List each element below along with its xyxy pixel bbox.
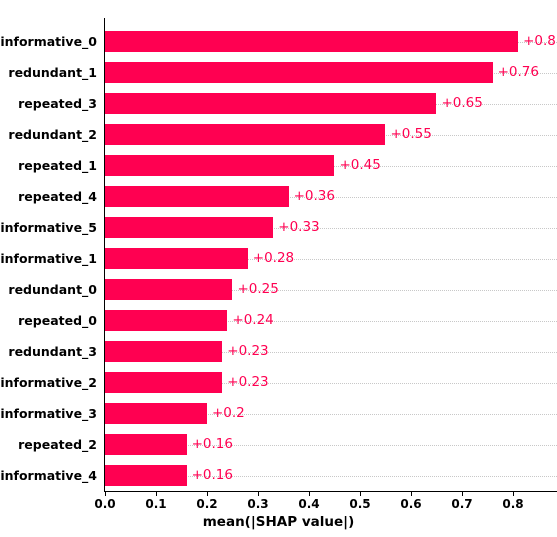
- bar[interactable]: [105, 341, 223, 362]
- bar[interactable]: [105, 403, 207, 424]
- x-axis-spine: [104, 491, 557, 493]
- bar-value-label: +0.36: [293, 188, 335, 204]
- x-axis-tick-mark: [461, 492, 464, 496]
- bar-value-label: +0.45: [339, 157, 381, 173]
- bar[interactable]: [105, 434, 187, 455]
- y-axis-tick-label: repeated_2: [18, 437, 97, 452]
- x-axis-title: mean(|SHAP value|): [202, 514, 355, 530]
- y-axis-tick-label: informative_0: [0, 34, 97, 49]
- bar[interactable]: [105, 372, 223, 393]
- bar[interactable]: [105, 465, 187, 486]
- x-axis-tick-label: 0.1: [145, 497, 167, 511]
- bar-value-label: +0.76: [497, 64, 539, 80]
- bar[interactable]: [105, 310, 228, 331]
- x-axis-tick-mark: [308, 492, 311, 496]
- x-axis-tick-label: 0.4: [298, 497, 320, 511]
- bar[interactable]: [105, 217, 274, 238]
- x-axis-tick-mark: [410, 492, 413, 496]
- x-axis-tick-mark: [257, 492, 260, 496]
- y-axis-tick-label: informative_4: [0, 468, 97, 483]
- bar[interactable]: [105, 186, 289, 207]
- x-axis-tick-label: 0.6: [400, 497, 422, 511]
- bar-value-label: +0.55: [390, 126, 432, 142]
- bar-value-label: +0.16: [191, 436, 233, 452]
- bar[interactable]: [105, 155, 335, 176]
- y-axis-tick-label: repeated_0: [18, 313, 97, 328]
- x-axis-tick-label: 0.7: [451, 497, 473, 511]
- bar[interactable]: [105, 62, 493, 83]
- y-axis-tick-label: redundant_3: [8, 344, 97, 359]
- bar-value-label: +0.65: [441, 95, 483, 111]
- y-axis-tick-label: informative_2: [0, 375, 97, 390]
- shap-bar-chart: +0.81 +0.76 +0.65 +0.55 +0.45+0.36 +0.33 +0.28…: [0, 0, 557, 537]
- bar-value-label: +0.24: [232, 312, 274, 328]
- x-axis-tick-label: 0.5: [349, 497, 371, 511]
- y-axis-tick-label: redundant_0: [8, 282, 97, 297]
- y-axis-tick-label: informative_1: [0, 251, 97, 266]
- x-axis-tick-mark: [105, 492, 107, 496]
- y-axis-tick-label: repeated_3: [18, 96, 97, 111]
- bar-value-label: +0.28: [252, 250, 295, 266]
- plot-area: +0.81 +0.76 +0.65 +0.55 +0.45+0.36 +0.33 +0.28…: [105, 18, 557, 492]
- x-axis-tick-label: 0.3: [247, 497, 269, 511]
- x-axis-tick-mark: [359, 492, 362, 496]
- bar[interactable]: [105, 31, 519, 52]
- y-axis-tick-label: redundant_2: [8, 127, 97, 142]
- bar-value-label: +0.25: [237, 281, 279, 297]
- bar-value-label: +0.23: [227, 374, 269, 390]
- bar[interactable]: [105, 279, 233, 300]
- bar-value-label: +0.33: [278, 219, 320, 235]
- y-axis-tick-label: repeated_4: [18, 189, 97, 204]
- bar-value-label: +0.16: [191, 467, 233, 483]
- y-axis-spine: [104, 18, 106, 492]
- x-axis-tick-label: 0.0: [94, 497, 116, 511]
- y-axis-tick-labels: informative_0 redundant_1 repeated_3redund…: [0, 18, 97, 492]
- y-axis-tick-label: repeated_1: [18, 158, 97, 173]
- y-axis-tick-label: redundant_1: [8, 65, 97, 80]
- x-axis-tick-mark: [155, 492, 158, 496]
- bar-value-label: +0.23: [227, 343, 269, 359]
- y-axis-tick-label: informative_3: [0, 406, 97, 421]
- bar[interactable]: [105, 124, 386, 145]
- bar[interactable]: [105, 248, 248, 269]
- bar-value-label: +0.81: [523, 33, 557, 49]
- x-axis-tick-label: 0.2: [196, 497, 218, 511]
- x-axis-tick-mark: [512, 492, 515, 496]
- x-axis-tick-mark: [206, 492, 209, 496]
- bar-value-label: +0.2: [211, 405, 245, 421]
- y-axis-tick-label: informative_5: [0, 220, 97, 235]
- x-axis-tick-label: 0.8: [502, 497, 524, 511]
- bar[interactable]: [105, 93, 437, 114]
